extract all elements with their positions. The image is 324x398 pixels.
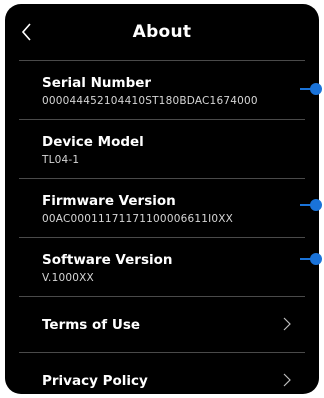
serial-number-label: Serial Number [42, 75, 152, 91]
device-model-label: Device Model [42, 134, 144, 150]
terms-of-use-label: Terms of Use [42, 317, 141, 333]
chevron-right-icon [283, 373, 291, 387]
terms-of-use-row[interactable]: Terms of Use [19, 296, 305, 352]
device-model-row: Device Model TL04-1 [19, 119, 305, 178]
device-model-value: TL04-1 [42, 154, 80, 166]
header: About [5, 4, 319, 60]
privacy-policy-row[interactable]: Privacy Policy [19, 352, 305, 394]
page-title: About [132, 22, 192, 42]
chevron-right-icon [283, 317, 291, 331]
firmware-version-callout [300, 199, 322, 211]
callout-dot [310, 253, 322, 265]
privacy-policy-label: Privacy Policy [42, 373, 148, 389]
firmware-version-label: Firmware Version [42, 193, 176, 209]
device-screen: About Serial Number 000044452104410ST180… [5, 4, 319, 394]
serial-number-callout [300, 83, 322, 95]
callout-dot [310, 83, 322, 95]
software-version-callout [300, 253, 322, 265]
software-version-label: Software Version [42, 252, 173, 268]
firmware-version-value: 00AC00011171171100006611I0XX [42, 213, 234, 225]
software-version-value: V.1000XX [42, 272, 94, 284]
callout-dot [310, 199, 322, 211]
firmware-version-row: Firmware Version 00AC0001117117110000661… [19, 178, 305, 237]
serial-number-value: 000044452104410ST180BDAC1674000 [42, 95, 258, 107]
serial-number-row: Serial Number 000044452104410ST180BDAC16… [19, 60, 305, 119]
about-list: Serial Number 000044452104410ST180BDAC16… [5, 60, 319, 394]
software-version-row: Software Version V.1000XX [19, 237, 305, 296]
